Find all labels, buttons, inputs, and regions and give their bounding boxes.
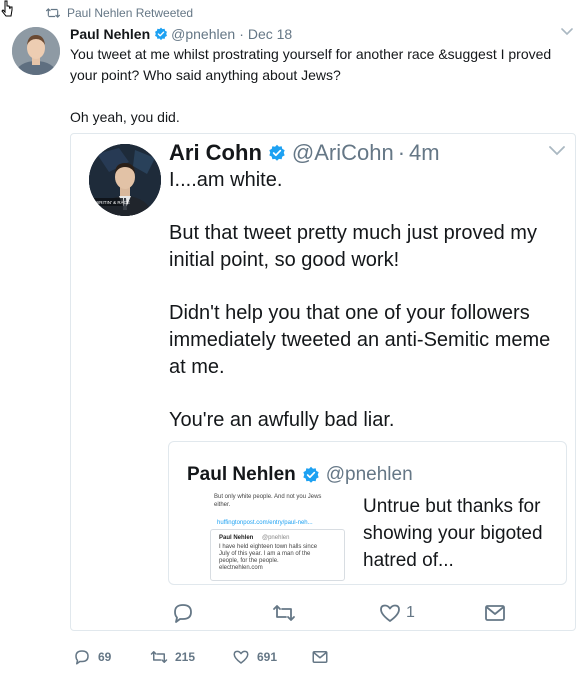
thumb-inner-line: I have held eighteen town halls since [219,544,318,550]
nested-tweet-text: Untrue but thanks for showing your bigot… [363,496,543,571]
tweet-timestamp[interactable]: Dec 18 [248,26,292,42]
quoted-author-name[interactable]: Ari Cohn [169,140,262,166]
direct-message-button[interactable] [311,646,329,668]
direct-message-button[interactable] [483,600,507,626]
tweet-header: Paul Nehlen @pnehlen · Dec 18 [70,24,565,44]
heart-icon [233,650,249,664]
verified-badge-icon [303,466,319,483]
retweet-icon [150,651,168,663]
quoted-tweet-actions: 1 [171,600,505,626]
like-count: 691 [257,650,278,664]
reply-icon [174,604,192,623]
thumb-link: huffingtonpost.com/entry/paul-neh... [217,520,313,526]
thumb-inner-handle: @pnehlen [262,535,290,541]
nested-quoted-tweet-card[interactable]: Paul Nehlen @pnehlen But only white peop… [168,441,567,585]
header-separator: · [397,140,406,165]
thumb-inner-card: Paul Nehlen @pnehlen I have held eightee… [210,529,345,581]
thumb-inner-name: Paul Nehlen [219,535,254,541]
mouse-cursor-icon [1,0,13,17]
nested-author-handle: @pnehlen [325,464,413,485]
quoted-tweet-timestamp[interactable]: 4m [409,140,440,166]
retweet-count: 215 [175,650,196,664]
quoted-author-avatar[interactable]: WRITIN' & RACE [89,144,161,216]
thumb-inner-line: electnehlen.com [219,565,263,571]
envelope-icon [312,651,328,663]
header-separator: · [239,26,244,42]
quoted-tweet-header: Ari Cohn @AriCohn · 4m [169,138,440,168]
like-button[interactable]: 1 [378,600,415,626]
verified-badge-icon [269,144,285,161]
thumb-text-line: either. [214,502,231,508]
chevron-down-icon[interactable] [561,28,573,36]
quoted-paragraph: I....am white. [169,169,283,191]
reply-icon [75,650,89,665]
retweeted-by-label[interactable]: Paul Nehlen Retweeted [67,6,193,20]
quoted-paragraph: You're an awfully bad liar. [169,409,395,431]
verified-badge-icon [155,27,168,41]
quoted-author-handle[interactable]: @AriCohn [292,140,394,166]
tweet-text: You tweet at me whilst prostrating yours… [70,44,570,128]
quoted-tweet-text: I....am white. But that tweet pretty muc… [169,167,569,434]
thumb-inner-line: July of this year. I am a man of the [219,551,311,557]
retweet-icon [46,8,60,18]
heart-icon [380,604,400,622]
retweet-button[interactable]: 215 [150,646,195,668]
thumb-inner-line: people, for the people. [219,558,279,564]
envelope-icon [485,605,505,621]
nested-author-name: Paul Nehlen [187,464,296,485]
like-button[interactable]: 691 [232,646,277,668]
nested-tweet-header: Paul Nehlen @pnehlen [187,462,413,488]
author-name[interactable]: Paul Nehlen [70,26,150,42]
reply-count: 69 [98,650,112,664]
nested-media-thumbnail[interactable]: But only white people. And not you Jews … [186,493,348,583]
chevron-down-icon[interactable] [549,146,565,156]
tweet-paragraph: You tweet at me whilst prostrating yours… [70,46,552,83]
author-avatar[interactable] [12,27,60,75]
tweet-actions: 69 215 691 [70,646,370,668]
like-count: 1 [406,604,415,621]
thumb-text-line: But only white people. And not you Jews [214,494,322,500]
avatar-caption: WRITIN' & RACE [95,200,130,205]
retweet-button[interactable] [272,600,300,626]
retweet-icon [273,605,295,621]
quoted-paragraph: But that tweet pretty much just proved m… [169,222,537,271]
retweeted-by-line: Paul Nehlen Retweeted [46,4,193,22]
reply-button[interactable] [171,600,199,626]
author-handle[interactable]: @pnehlen [171,26,235,42]
quoted-tweet-card[interactable]: WRITIN' & RACE Ari Cohn @AriCohn · 4m I.… [70,133,576,631]
tweet-paragraph: Oh yeah, you did. [70,109,180,125]
reply-button[interactable]: 69 [73,646,111,668]
quoted-paragraph: Didn't help you that one of your followe… [169,302,551,378]
